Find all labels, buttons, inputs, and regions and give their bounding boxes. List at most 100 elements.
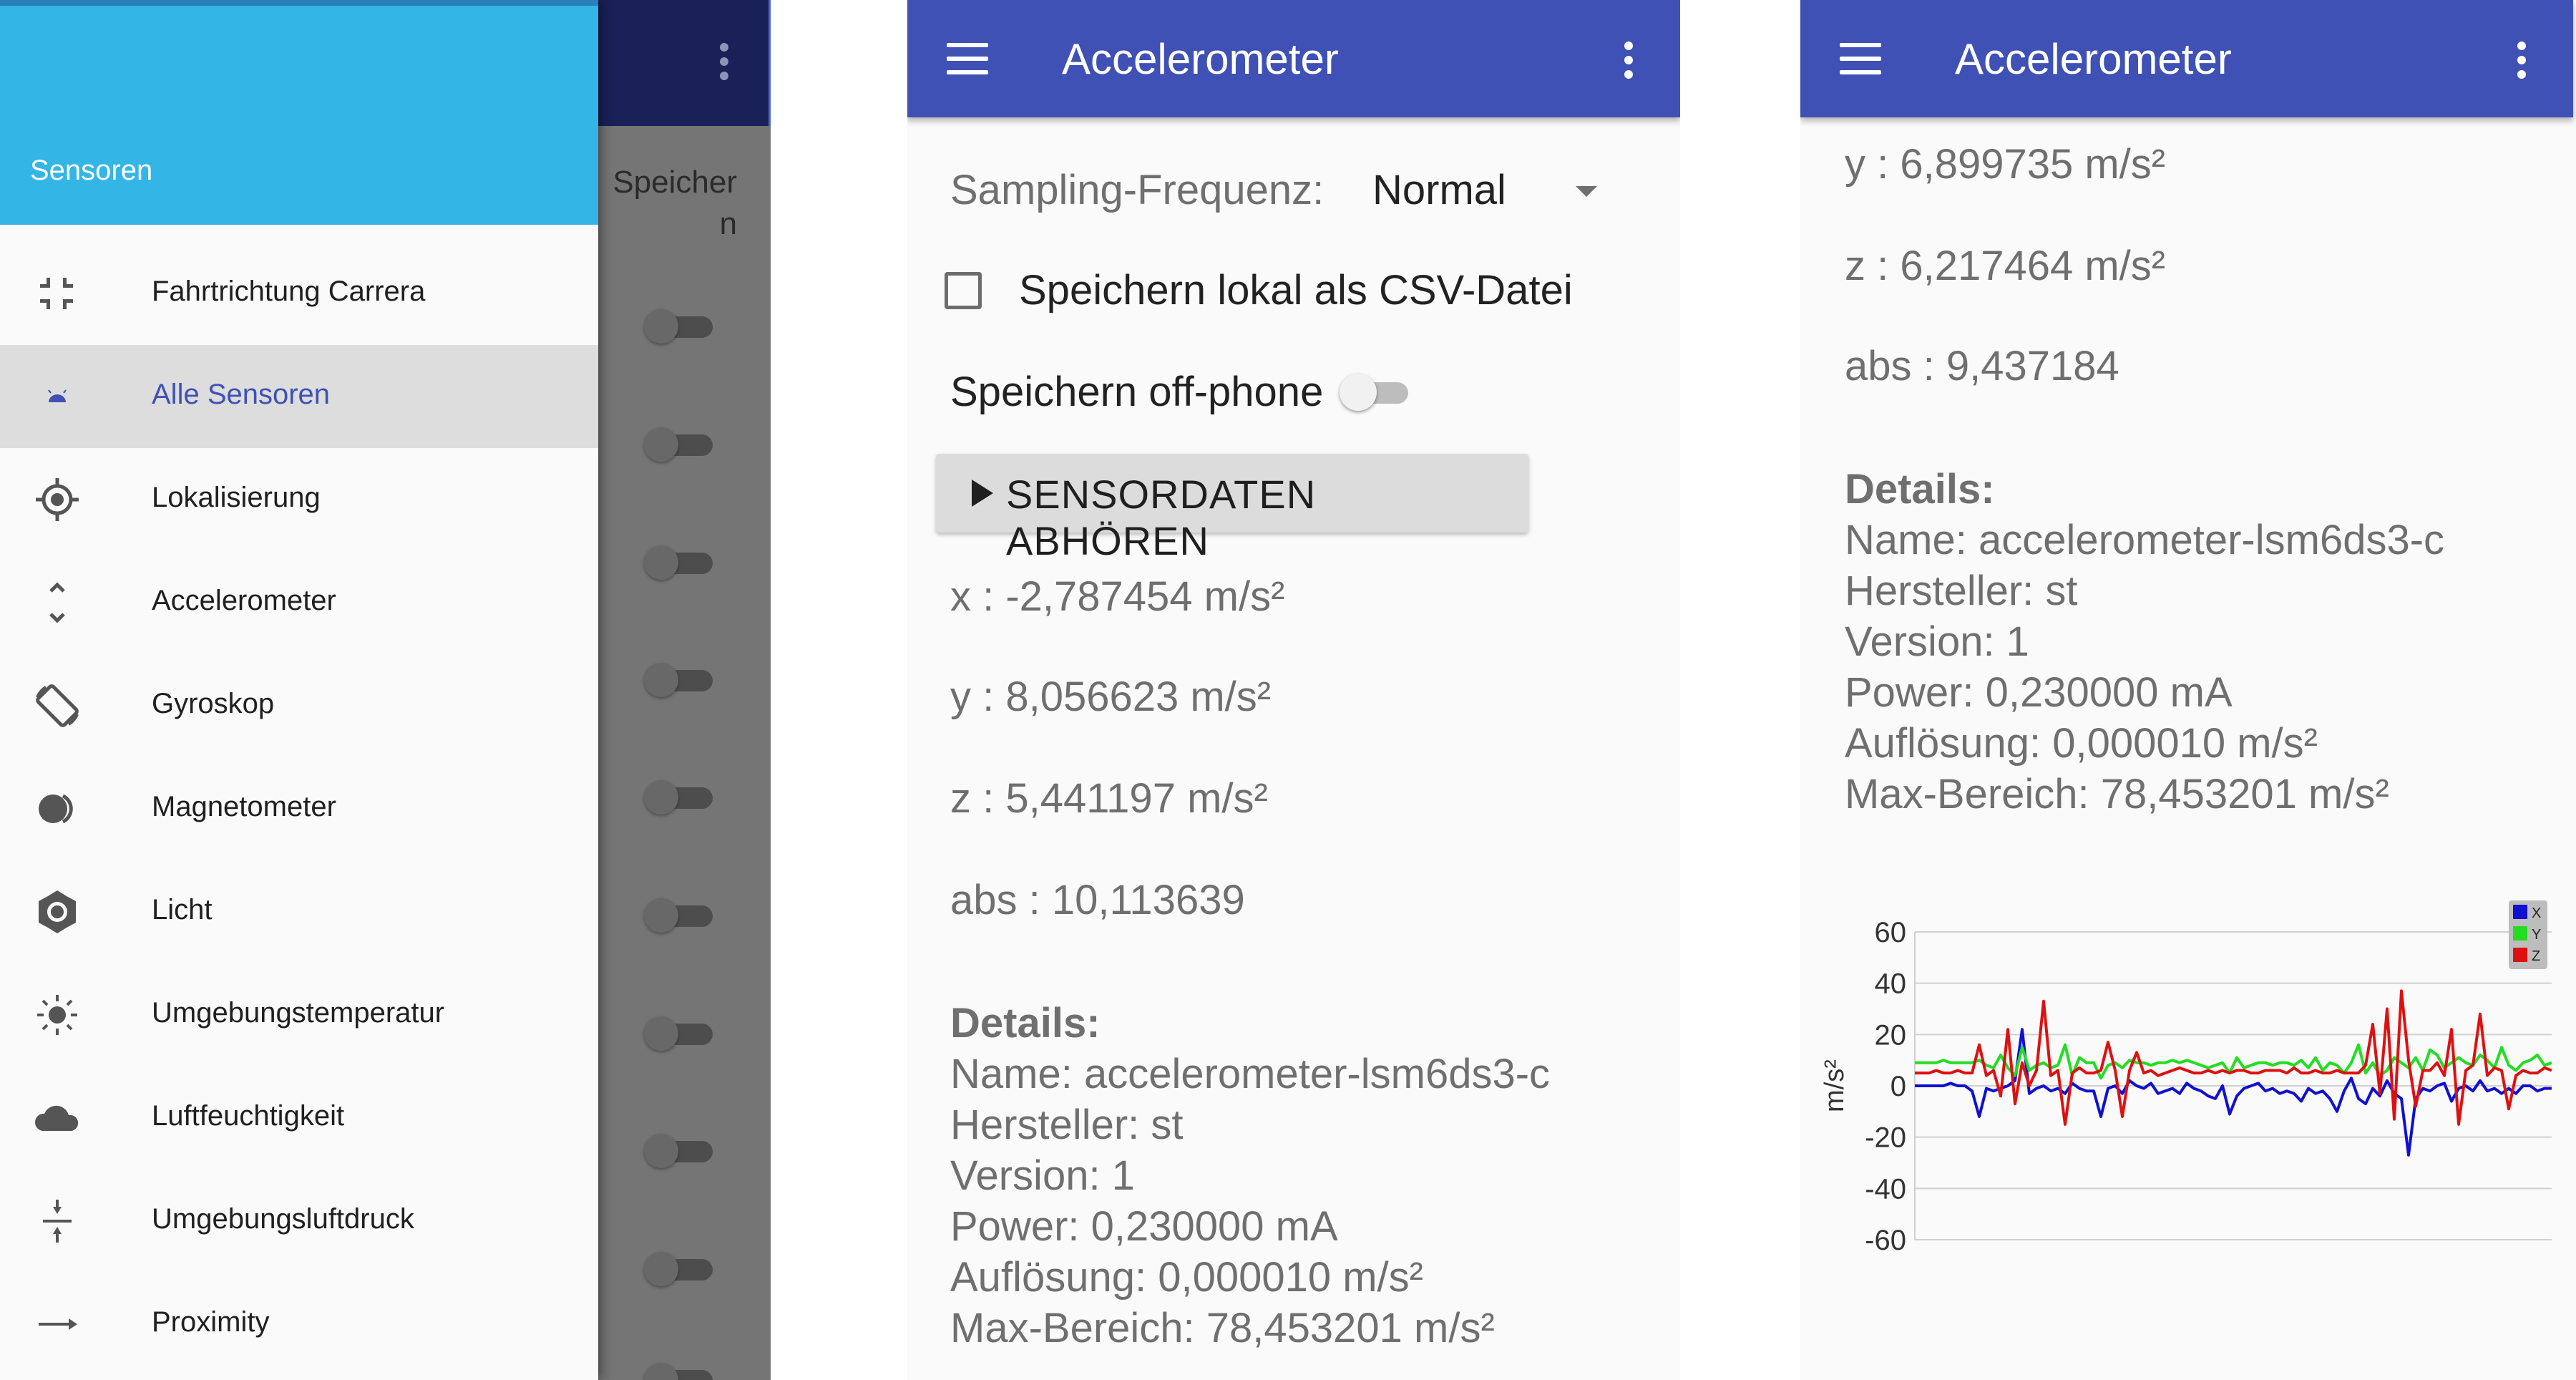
sensor-power: Power: 0,230000 mA	[950, 1203, 1338, 1250]
android-icon	[27, 375, 87, 418]
legend-label: Z	[2532, 948, 2540, 964]
sensor-max-range: Max-Bereich: 78,453201 m/s²	[950, 1305, 1495, 1351]
legend-swatch	[2513, 948, 2527, 962]
background-switch	[644, 663, 713, 697]
nav-item-label: Umgebungstemperatur	[152, 997, 445, 1029]
sensor-version: Version: 1	[1845, 618, 2029, 665]
background-switch	[644, 780, 713, 815]
nav-item-proximity[interactable]: Proximity	[0, 1273, 598, 1376]
drawer-title: Sensoren	[30, 155, 153, 186]
details-heading: Details:	[1845, 466, 1995, 512]
app-bar-edge	[769, 0, 771, 126]
nav-item-lokalisierung[interactable]: Lokalisierung	[0, 448, 598, 551]
sun-icon	[27, 993, 87, 1036]
y-tick-label: 0	[1890, 1071, 1906, 1102]
save-csv-checkbox[interactable]	[945, 272, 982, 309]
sensor-name: Name: accelerometer-lsm6ds3-c	[1845, 517, 2445, 563]
status-strip	[0, 0, 598, 6]
nav-item-label: Accelerometer	[152, 585, 336, 616]
nav-item-luftfeuchtigkeit[interactable]: Luftfeuchtigkeit	[0, 1066, 598, 1170]
accelerometer-screen-top: Accelerometer Sampling-Frequenz: Normal …	[907, 0, 1680, 1380]
nav-item-label: Alle Sensoren	[152, 379, 331, 410]
sensor-details: Details: Name: accelerometer-lsm6ds3-c H…	[950, 998, 1550, 1354]
abs-value: abs : 10,113639	[950, 877, 1245, 923]
save-off-phone-switch[interactable]	[1340, 374, 1408, 411]
navigation-drawer-screen: Speicher n Sensoren Fahrtrichtung Carrer…	[0, 0, 771, 1380]
sensor-resolution: Auflösung: 0,000010 m/s²	[950, 1254, 1423, 1301]
vertical-align-center-icon	[27, 1200, 87, 1243]
y-tick-label: 60	[1875, 917, 1907, 948]
z-value: z : 6,217464 m/s²	[1845, 243, 2166, 289]
sensor-power: Power: 0,230000 mA	[1845, 669, 2233, 716]
sensor-version: Version: 1	[950, 1152, 1135, 1199]
sampling-frequency-select[interactable]: Normal	[1372, 166, 1506, 214]
y-tick-label: -20	[1865, 1122, 1906, 1154]
background-switch	[644, 1252, 713, 1286]
page-title: Accelerometer	[1955, 35, 2232, 83]
app-bar: Accelerometer	[1800, 0, 2573, 117]
background-switch	[644, 427, 713, 462]
background-switch	[644, 1134, 713, 1168]
nav-item-label: Umgebungsluftdruck	[152, 1203, 414, 1235]
legend-swatch	[2513, 905, 2527, 919]
nav-item-label: Proximity	[152, 1306, 270, 1338]
sensor-vendor: Hersteller: st	[1845, 568, 2078, 614]
save-csv-label: Speichern lokal als CSV-Datei	[1019, 267, 1573, 314]
background-switch	[644, 309, 713, 344]
sensor-name: Name: accelerometer-lsm6ds3-c	[950, 1051, 1551, 1097]
hamburger-menu-icon[interactable]	[1840, 43, 1881, 74]
nav-item-accelerometer[interactable]: Accelerometer	[0, 551, 598, 654]
hamburger-menu-icon[interactable]	[947, 43, 988, 74]
sensor-vendor: Hersteller: st	[950, 1102, 1184, 1148]
background-switch	[644, 898, 713, 933]
chevron-down-icon[interactable]	[1576, 186, 1597, 197]
page-title: Accelerometer	[1062, 35, 1339, 83]
legend-swatch	[2513, 926, 2527, 941]
acceleration-chart-svg: 60 40 20 0 -20 -40 -60 m/s² XYZ	[1820, 900, 2552, 1256]
sensor-max-range: Max-Bereich: 78,453201 m/s²	[1845, 771, 2389, 817]
accelerometer-screen-scrolled: Accelerometer y : 6,899735 m/s² z : 6,21…	[1800, 0, 2576, 1380]
drawer: Sensoren Fahrtrichtung Carrera Alle Sens…	[0, 0, 598, 1380]
gps-location-icon	[27, 478, 87, 521]
app-bar: Accelerometer	[907, 0, 1680, 117]
cloud-icon	[27, 1097, 87, 1140]
save-off-phone-label: Speichern off-phone	[950, 369, 1324, 415]
y-tick-label: 20	[1875, 1019, 1907, 1051]
background-column-header: Speicher n	[613, 165, 737, 241]
drawer-header: Sensoren	[0, 0, 598, 225]
acceleration-chart: 60 40 20 0 -20 -40 -60 m/s² X Y Z	[1800, 880, 2576, 1281]
arrow-right-icon	[27, 1303, 87, 1346]
overflow-menu-icon[interactable]	[1624, 42, 1634, 82]
nav-item-alle-sensoren[interactable]: Alle Sensoren	[0, 345, 598, 448]
background-switch	[644, 545, 713, 580]
legend-label: Y	[2532, 927, 2541, 943]
nav-item-fahrtrichtung-carrera[interactable]: Fahrtrichtung Carrera	[0, 242, 598, 345]
nav-item-umgebungstemperatur[interactable]: Umgebungstemperatur	[0, 963, 598, 1066]
nav-item-gyroskop[interactable]: Gyroskop	[0, 654, 598, 757]
details-heading: Details:	[950, 1000, 1101, 1046]
y-tick-label: -60	[1865, 1225, 1906, 1256]
play-icon	[972, 480, 993, 507]
overflow-menu-icon[interactable]	[716, 43, 733, 89]
y-tick-label: -40	[1865, 1173, 1906, 1205]
toggle-circle-icon	[27, 787, 87, 830]
nav-item-label: Fahrtrichtung Carrera	[152, 276, 426, 307]
nav-item-label: Luftfeuchtigkeit	[152, 1100, 345, 1132]
legend-label: X	[2532, 905, 2541, 921]
nav-item-licht[interactable]: Licht	[0, 860, 598, 963]
sensor-resolution: Auflösung: 0,000010 m/s²	[1845, 720, 2318, 767]
y-value: y : 6,899735 m/s²	[1845, 141, 2166, 188]
nav-item-label: Lokalisierung	[152, 482, 321, 513]
nav-item-umgebungsluftdruck[interactable]: Umgebungsluftdruck	[0, 1170, 598, 1273]
listen-sensor-data-button[interactable]: SENSORDATEN ABHÖREN	[936, 454, 1528, 563]
sampling-frequency-label: Sampling-Frequenz:	[950, 167, 1324, 213]
background-switch	[644, 1363, 713, 1380]
nav-item-magnetometer[interactable]: Magnetometer	[0, 757, 598, 860]
overflow-menu-icon[interactable]	[2517, 42, 2527, 82]
sensor-details: Details: Name: accelerometer-lsm6ds3-c H…	[1845, 464, 2444, 820]
y-axis-label: m/s²	[1820, 1059, 1850, 1112]
x-value: x : -2,787454 m/s²	[950, 573, 1285, 620]
unfold-arrows-icon	[27, 581, 87, 624]
y-tick-label: 40	[1875, 968, 1907, 1000]
y-value: y : 8,056623 m/s²	[950, 674, 1272, 720]
